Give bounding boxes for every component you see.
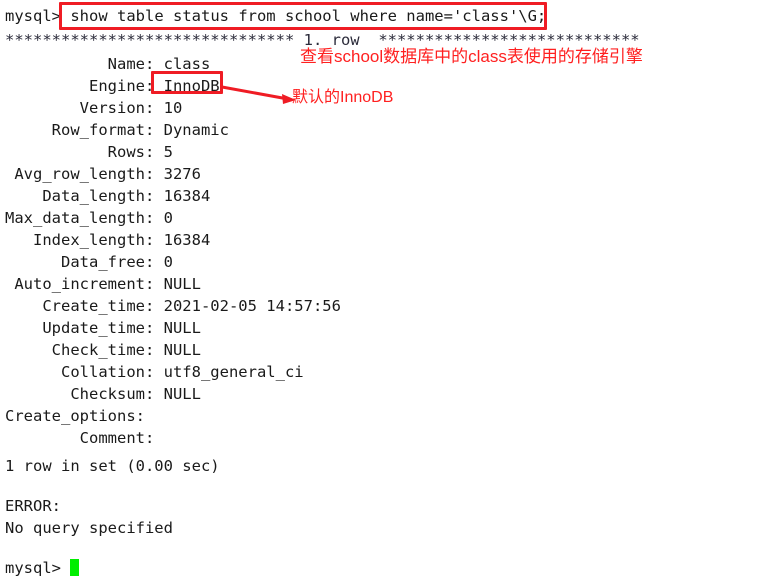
field-line-avg-row-length: Avg_row_length: 3276 (5, 165, 201, 183)
separator-left-stars: ******************************* (5, 31, 295, 49)
prompt-gap (61, 559, 70, 577)
separator-gap-right (360, 31, 379, 49)
final-prompt-line[interactable]: mysql> (5, 558, 80, 578)
field-line-create-options: Create_options: (5, 407, 155, 425)
field-line-version: Version: 10 (5, 99, 183, 117)
result-summary: 1 row in set (0.00 sec) (5, 457, 220, 475)
command-spacer (61, 7, 70, 25)
separator-row-label: 1. row (303, 31, 360, 49)
final-prompt-label: mysql> (5, 559, 61, 577)
separator-right-stars: **************************** (378, 31, 640, 49)
field-line-engine: Engine: InnoDB (5, 77, 220, 95)
field-line-name: Name: class (5, 55, 211, 73)
field-line-checksum: Checksum: NULL (5, 385, 201, 403)
field-line-update-time: Update_time: NULL (5, 319, 201, 337)
field-line-check-time: Check_time: NULL (5, 341, 201, 359)
field-line-collation: Collation: utf8_general_ci (5, 363, 304, 381)
field-line-create-time: Create_time: 2021-02-05 14:57:56 (5, 297, 341, 315)
field-line-data-length: Data_length: 16384 (5, 187, 211, 205)
separator-gap-left (294, 31, 303, 49)
command-line: mysql> show table status from school whe… (5, 6, 546, 26)
row-separator: ******************************* 1. row *… (5, 30, 640, 50)
field-line-max-data-length: Max_data_length: 0 (5, 209, 173, 227)
field-line-index-length: Index_length: 16384 (5, 231, 211, 249)
field-line-rows: Rows: 5 (5, 143, 173, 161)
field-line-row-format: Row_format: Dynamic (5, 121, 229, 139)
field-line-data-free: Data_free: 0 (5, 253, 173, 271)
error-message: No query specified (5, 519, 173, 537)
terminal-output: mysql> show table status from school whe… (0, 0, 771, 577)
prompt-label: mysql> (5, 7, 61, 25)
field-line-comment: Comment: (5, 429, 164, 447)
error-header: ERROR: (5, 497, 61, 515)
field-line-auto-increment: Auto_increment: NULL (5, 275, 201, 293)
command-text[interactable]: show table status from school where name… (70, 7, 546, 25)
